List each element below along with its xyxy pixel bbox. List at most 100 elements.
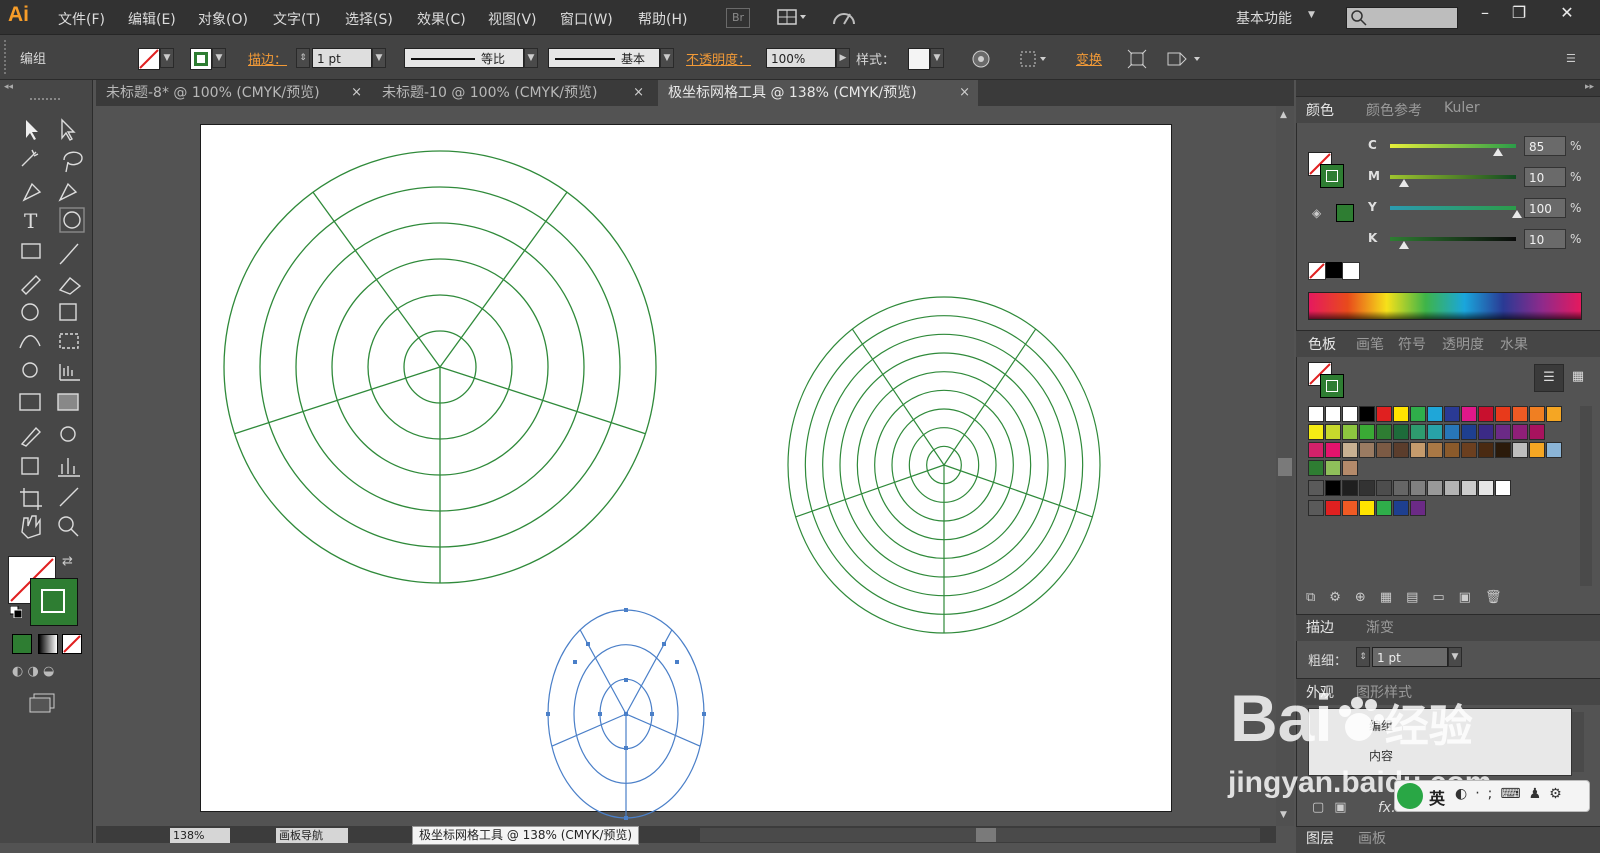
drawing-modes-icon[interactable]: ◐ ◑ ◒ bbox=[12, 664, 82, 682]
color-swatch[interactable] bbox=[1376, 424, 1392, 440]
channel-y-slider[interactable] bbox=[1390, 206, 1516, 210]
out-of-gamut-icon[interactable]: ◈ bbox=[1312, 206, 1328, 222]
tab-color-guide[interactable]: 颜色参考 bbox=[1366, 100, 1422, 120]
workspace-switcher[interactable]: 基本功能 bbox=[1236, 8, 1292, 28]
recolor-artwork-icon[interactable] bbox=[970, 48, 992, 70]
polar-grid-selected[interactable] bbox=[540, 604, 716, 826]
pattern-swatch[interactable] bbox=[1325, 460, 1341, 476]
grayscale-swatch[interactable] bbox=[1325, 480, 1341, 496]
grayscale-swatch[interactable] bbox=[1461, 480, 1477, 496]
color-swatch[interactable] bbox=[1546, 442, 1562, 458]
swatches-scrollbar[interactable] bbox=[1580, 406, 1592, 586]
bright-swatch[interactable] bbox=[1393, 500, 1409, 516]
color-swatch[interactable] bbox=[1529, 406, 1545, 422]
weight-field[interactable]: 1 pt bbox=[1372, 647, 1448, 667]
graphic-style-swatch[interactable] bbox=[908, 48, 930, 70]
gpu-performance-icon[interactable] bbox=[830, 6, 860, 28]
profile-dropdown[interactable]: ▼ bbox=[524, 48, 538, 68]
channel-k-value[interactable]: 10 bbox=[1524, 229, 1566, 249]
color-swatch[interactable] bbox=[1461, 406, 1477, 422]
swatch-stroke-current[interactable] bbox=[1320, 374, 1344, 398]
tab-untitled-10[interactable]: 未标题-10 @ 100% (CMYK/预览) × bbox=[372, 80, 652, 106]
stroke-dropdown[interactable]: ▼ bbox=[212, 48, 226, 68]
stroke-label[interactable]: 描边： bbox=[248, 49, 287, 68]
grid-view-icon[interactable]: ▦ bbox=[1564, 364, 1592, 390]
tab-artboards[interactable]: 画板 bbox=[1358, 828, 1386, 848]
tab-layers[interactable]: 图层 bbox=[1306, 828, 1334, 848]
fill-none-swatch[interactable] bbox=[138, 48, 160, 70]
color-swatch[interactable] bbox=[1461, 442, 1477, 458]
chevron-down-icon[interactable]: ▼ bbox=[1308, 10, 1315, 20]
color-swatch[interactable] bbox=[1410, 442, 1426, 458]
channel-m-slider[interactable] bbox=[1390, 175, 1516, 179]
pattern-swatch[interactable] bbox=[1308, 460, 1324, 476]
color-swatch[interactable] bbox=[1393, 442, 1409, 458]
gradient-mode-icon[interactable] bbox=[38, 634, 58, 654]
channel-y-knob[interactable] bbox=[1512, 210, 1522, 218]
color-swatch[interactable] bbox=[1444, 442, 1460, 458]
artboard-nav-field[interactable]: 画板导航 bbox=[276, 828, 348, 843]
ime-lang[interactable]: 英 bbox=[1429, 785, 1445, 809]
menu-file[interactable]: 文件(F) bbox=[58, 9, 105, 29]
close-tab-icon[interactable]: × bbox=[633, 80, 644, 106]
channel-k-knob[interactable] bbox=[1398, 241, 1409, 249]
list-view-icon[interactable]: ☰ bbox=[1534, 364, 1564, 392]
color-stroke-swatch[interactable] bbox=[1320, 164, 1344, 188]
color-swatch[interactable] bbox=[1427, 424, 1443, 440]
ime-tools-icons[interactable]: ◐‧;⌨♟⚙ bbox=[1455, 786, 1570, 802]
swatch-actions-icons[interactable]: ⧉⚙⊕▦▤▭▣🗑 bbox=[1306, 590, 1586, 608]
bright-swatch[interactable] bbox=[1308, 500, 1324, 516]
tab-untitled-8[interactable]: 未标题-8* @ 100% (CMYK/预览) × bbox=[96, 80, 370, 106]
color-swatch[interactable] bbox=[1478, 442, 1494, 458]
grayscale-swatch[interactable] bbox=[1376, 480, 1392, 496]
grayscale-swatch[interactable] bbox=[1444, 480, 1460, 496]
tab-polar-grid-tool[interactable]: 极坐标网格工具 @ 138% (CMYK/预览) × bbox=[658, 80, 978, 106]
grayscale-swatch[interactable] bbox=[1308, 480, 1324, 496]
opacity-dropdown[interactable]: ▶ bbox=[836, 48, 850, 68]
color-swatch[interactable] bbox=[1308, 424, 1324, 440]
color-swatch[interactable] bbox=[1512, 424, 1528, 440]
white-color-swatch[interactable] bbox=[1342, 262, 1360, 280]
color-swatch[interactable] bbox=[1393, 424, 1409, 440]
bridge-button[interactable]: Br bbox=[726, 8, 750, 28]
color-swatch[interactable] bbox=[1376, 442, 1392, 458]
weight-stepper[interactable]: ⇕ bbox=[1356, 647, 1370, 667]
grayscale-swatch[interactable] bbox=[1495, 480, 1511, 496]
panel-dock-header[interactable]: ▸▸ bbox=[1296, 80, 1600, 96]
close-tab-icon[interactable]: × bbox=[959, 80, 970, 106]
zoom-field[interactable]: 138% bbox=[170, 828, 230, 843]
menu-edit[interactable]: 编辑(E) bbox=[128, 9, 176, 29]
arrange-documents-icon[interactable] bbox=[776, 8, 810, 26]
color-swatch[interactable] bbox=[1512, 442, 1528, 458]
none-color-swatch[interactable] bbox=[1308, 262, 1326, 280]
tab-swatches[interactable]: 色板 bbox=[1308, 334, 1336, 354]
color-swatch[interactable] bbox=[1325, 442, 1341, 458]
color-swatch[interactable] bbox=[1342, 442, 1358, 458]
swap-fill-stroke-icon[interactable]: ⇄ bbox=[62, 554, 73, 569]
tab-kuler[interactable]: Kuler bbox=[1444, 100, 1480, 116]
color-swatch[interactable] bbox=[1410, 406, 1426, 422]
color-swatch[interactable] bbox=[1512, 406, 1528, 422]
color-swatch[interactable] bbox=[1529, 424, 1545, 440]
color-swatch[interactable] bbox=[1376, 406, 1392, 422]
opacity-label[interactable]: 不透明度： bbox=[686, 49, 751, 68]
transform-label[interactable]: 变换 bbox=[1076, 49, 1102, 68]
search-input[interactable] bbox=[1346, 7, 1458, 29]
color-swatch[interactable] bbox=[1325, 406, 1341, 422]
menu-window[interactable]: 窗口(W) bbox=[560, 9, 613, 29]
black-color-swatch[interactable] bbox=[1326, 262, 1342, 278]
transform-options-icon[interactable] bbox=[1164, 48, 1204, 70]
weight-dropdown[interactable]: ▼ bbox=[1448, 647, 1462, 667]
opacity-field[interactable]: 100% bbox=[766, 48, 836, 68]
color-swatch[interactable] bbox=[1359, 424, 1375, 440]
bright-swatch[interactable] bbox=[1359, 500, 1375, 516]
color-swatch[interactable] bbox=[1461, 424, 1477, 440]
menu-view[interactable]: 视图(V) bbox=[488, 9, 537, 29]
color-swatch[interactable] bbox=[1342, 406, 1358, 422]
channel-m-knob[interactable] bbox=[1398, 179, 1409, 187]
menu-select[interactable]: 选择(S) bbox=[345, 9, 393, 29]
color-swatch[interactable] bbox=[1410, 424, 1426, 440]
tab-fruit[interactable]: 水果 bbox=[1500, 334, 1528, 354]
color-swatch[interactable] bbox=[1308, 406, 1324, 422]
color-swatch[interactable] bbox=[1478, 406, 1494, 422]
